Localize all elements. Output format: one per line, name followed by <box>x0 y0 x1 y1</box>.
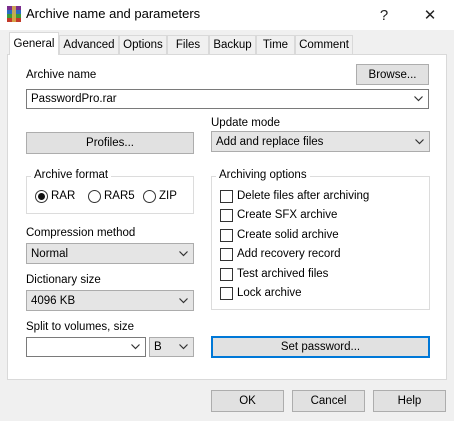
browse-button[interactable]: Browse... <box>356 64 429 85</box>
update-mode-value: Add and replace files <box>216 135 324 148</box>
radio-rar-label: RAR <box>51 190 76 202</box>
chevron-down-icon <box>414 96 423 102</box>
chevron-down-icon <box>179 297 188 303</box>
checkbox-create-sfx-label: Create SFX archive <box>237 209 338 221</box>
radio-rar5-label: RAR5 <box>104 190 135 202</box>
dictionary-size-select[interactable]: 4096 KB <box>26 290 194 311</box>
profiles-button[interactable]: Profiles... <box>26 132 194 154</box>
chevron-down-icon <box>179 250 188 256</box>
winrar-app-icon <box>7 6 21 22</box>
checkbox-lock-archive[interactable] <box>220 287 233 300</box>
help-title-button[interactable]: ? <box>366 0 402 30</box>
checkbox-test-archived[interactable] <box>220 268 233 281</box>
archive-name-label: Archive name <box>26 69 97 81</box>
tab-time[interactable]: Time <box>256 35 295 54</box>
dictionary-size-value: 4096 KB <box>31 294 76 307</box>
checkbox-delete-files[interactable] <box>220 190 233 203</box>
compression-method-value: Normal <box>31 247 69 260</box>
checkbox-create-solid-label: Create solid archive <box>237 229 339 241</box>
radio-zip[interactable] <box>143 190 156 203</box>
chevron-down-icon <box>179 344 188 350</box>
tab-advanced[interactable]: Advanced <box>59 35 119 54</box>
split-volumes-input[interactable] <box>26 337 146 357</box>
tab-general[interactable]: General <box>9 32 59 55</box>
close-icon[interactable]: ✕ <box>412 0 448 30</box>
set-password-button[interactable]: Set password... <box>211 336 430 358</box>
cancel-button[interactable]: Cancel <box>292 390 365 412</box>
split-unit-value: B <box>154 341 162 353</box>
tab-comment[interactable]: Comment <box>295 35 353 54</box>
archive-format-title: Archive format <box>31 169 112 181</box>
split-unit-select[interactable]: B <box>149 337 194 357</box>
checkbox-test-archived-label: Test archived files <box>237 268 329 280</box>
tab-backup[interactable]: Backup <box>209 35 256 54</box>
archive-name-value: PasswordPro.rar <box>31 93 117 105</box>
radio-zip-label: ZIP <box>159 190 177 202</box>
archiving-options-title: Archiving options <box>216 169 310 181</box>
update-mode-select[interactable]: Add and replace files <box>211 131 430 152</box>
ok-button[interactable]: OK <box>211 390 284 412</box>
archive-name-input[interactable]: PasswordPro.rar <box>26 89 429 109</box>
help-button[interactable]: Help <box>373 390 446 412</box>
compression-method-select[interactable]: Normal <box>26 243 194 264</box>
chevron-down-icon <box>415 138 424 144</box>
dictionary-size-label: Dictionary size <box>26 274 101 286</box>
checkbox-delete-files-label: Delete files after archiving <box>237 190 370 202</box>
tab-options[interactable]: Options <box>119 35 167 54</box>
update-mode-label: Update mode <box>211 117 281 129</box>
tab-files[interactable]: Files <box>167 35 209 54</box>
radio-rar[interactable] <box>35 190 48 203</box>
split-volumes-label: Split to volumes, size <box>26 321 135 333</box>
radio-rar5[interactable] <box>88 190 101 203</box>
window-title: Archive name and parameters <box>26 6 201 21</box>
checkbox-recovery-record-label: Add recovery record <box>237 248 341 260</box>
checkbox-recovery-record[interactable] <box>220 248 233 261</box>
checkbox-create-solid[interactable] <box>220 229 233 242</box>
chevron-down-icon <box>131 344 140 350</box>
checkbox-create-sfx[interactable] <box>220 209 233 222</box>
compression-method-label: Compression method <box>26 227 136 239</box>
checkbox-lock-archive-label: Lock archive <box>237 287 302 299</box>
